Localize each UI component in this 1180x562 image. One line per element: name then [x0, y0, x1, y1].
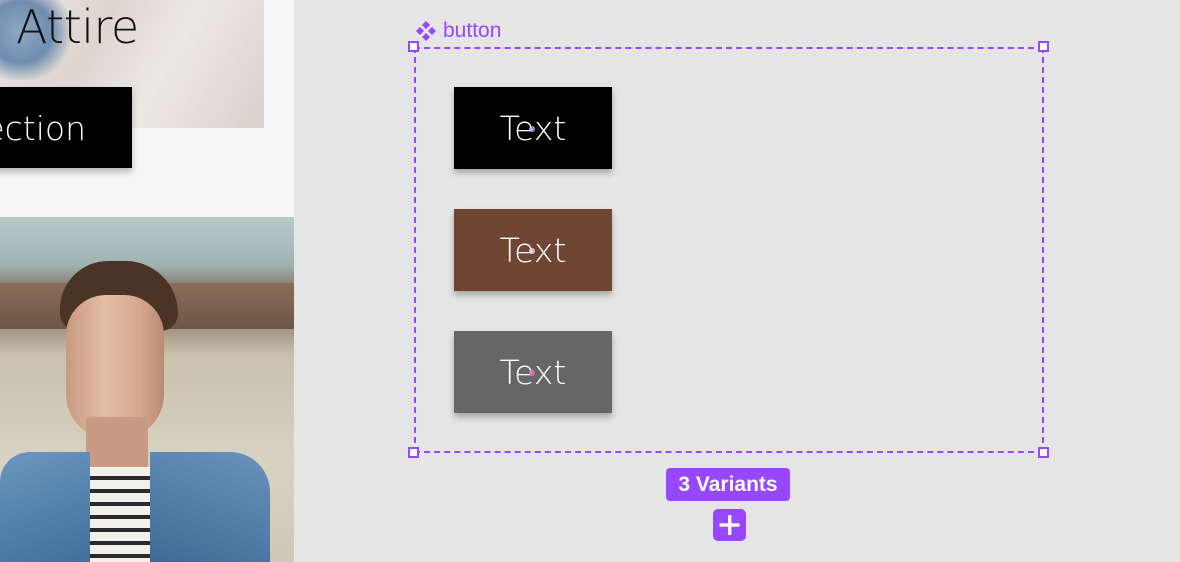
- website-preview: Attire ection: [0, 0, 294, 562]
- button-variant-1[interactable]: Text: [454, 87, 612, 169]
- plus-icon: [719, 515, 740, 535]
- model-photo: [0, 217, 294, 562]
- variants-count-badge: 3 Variants: [666, 468, 790, 501]
- resize-handle-bottom-left[interactable]: [408, 447, 419, 458]
- component-set-label[interactable]: button: [415, 18, 501, 44]
- collection-button[interactable]: ection: [0, 87, 132, 168]
- resize-handle-bottom-right[interactable]: [1038, 447, 1049, 458]
- button-variant-2[interactable]: Text: [454, 209, 612, 291]
- text-anchor-dot: [529, 370, 535, 376]
- hero-title: Attire: [16, 0, 139, 54]
- text-anchor-dot: [529, 126, 535, 132]
- text-anchor-dot: [529, 248, 535, 254]
- button-variant-3[interactable]: Text: [454, 331, 612, 413]
- model-jacket-left: [0, 452, 90, 562]
- component-diamond-icon: [415, 20, 437, 42]
- resize-handle-top-left[interactable]: [408, 41, 419, 52]
- component-set-name: button: [443, 19, 502, 42]
- model-striped-shirt: [82, 467, 160, 562]
- add-variant-button[interactable]: [713, 509, 746, 541]
- model-jacket-right: [150, 452, 270, 562]
- resize-handle-top-right[interactable]: [1038, 41, 1049, 52]
- collection-button-label: ection: [0, 109, 86, 148]
